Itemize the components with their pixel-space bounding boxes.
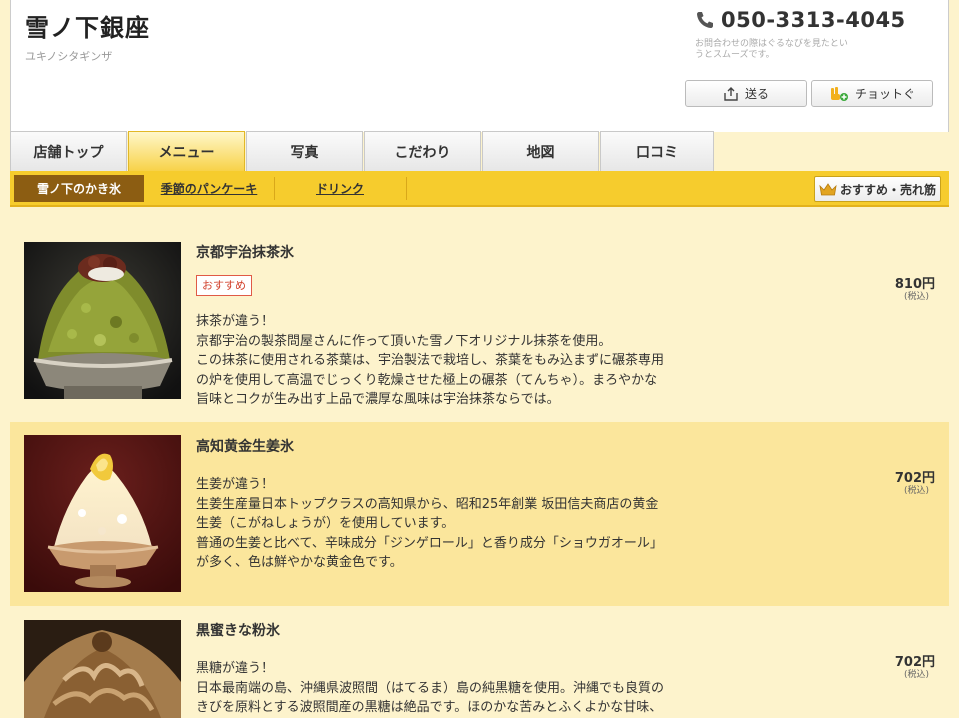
chotto-label: チョットぐ <box>854 87 915 101</box>
description-line: 日本最南端の島、沖縄県波照間（はてるま）島の純黒糖を使用。沖縄でも良質の <box>196 680 665 696</box>
subnav-item-drink[interactable]: ドリンク <box>275 175 405 202</box>
description-line: 生姜（こがねしょうが）を使用しています。 <box>196 516 455 531</box>
chotto-button[interactable]: チョットぐ <box>811 80 933 107</box>
subnav-divider <box>406 177 407 200</box>
description-line: きびを原料とする波照間産の黒糖は絶品です。ほのかな苦みとふくよかな甘味、 <box>196 700 663 715</box>
menu-item-description: 生姜が違う！ 生姜生産量日本トップクラスの高知県から、昭和25年創業 坂田信夫商… <box>196 475 704 573</box>
tax-note: (税込) <box>903 486 929 496</box>
matcha-shaved-ice-photo[interactable] <box>24 242 181 399</box>
bookmark-hand-icon <box>829 86 849 102</box>
shop-header: 雪ノ下銀座 ユキノシタギンザ 050-3313-4045 お問合わせの際はぐるな… <box>10 0 949 132</box>
description-line: 黒糖が違う！ <box>196 661 275 676</box>
send-button[interactable]: 送る <box>685 80 807 107</box>
recommend-label: おすすめ・売れ筋 <box>839 182 936 197</box>
menu-item: 京都宇治抹茶氷 おすすめ 抹茶が違う！ 京都宇治の製茶問屋さんに作って頂いた雪ノ… <box>10 228 949 422</box>
description-line: の炉を使用して高温でじっくり乾燥させた極上の碾茶（てんちゃ）。まろやかな <box>196 372 658 388</box>
send-label: 送る <box>744 87 769 101</box>
description-line: 普通の生姜と比べて、辛味成分「ジンゲロール」と香り成分「ショウガオール」 <box>196 535 663 551</box>
menu-item: 黒蜜きな粉氷 黒糖が違う！ 日本最南端の島、沖縄県波照間（はてるま）島の純黒糖を… <box>10 606 949 718</box>
shop-kana: ユキノシタギンザ <box>25 50 113 63</box>
tax-note: (税込) <box>903 670 929 680</box>
tab-reviews[interactable]: 口コミ <box>600 131 714 172</box>
description-line: この抹茶に使用される茶葉は、宇治製法で栽培し、茶葉をもみ込まずに碾茶専用 <box>196 353 665 368</box>
tab-menu[interactable]: メニュー <box>128 131 245 172</box>
menu-item-name: 黒蜜きな粉氷 <box>196 623 280 639</box>
description-line: 生姜生産量日本トップクラスの高知県から、昭和25年創業 坂田信夫商店の黄金 <box>196 496 659 512</box>
kuromitsu-kinako-shaved-ice-photo[interactable] <box>24 620 181 718</box>
description-line: 京都宇治の製茶問屋さんに作って頂いた雪ノ下オリジナル抹茶を使用。 <box>196 333 612 349</box>
tax-note: (税込) <box>903 292 929 302</box>
menu-item-description: 黒糖が違う！ 日本最南端の島、沖縄県波照間（はてるま）島の純黒糖を使用。沖縄でも… <box>196 659 704 718</box>
menu-item-description: 抹茶が違う！ 京都宇治の製茶問屋さんに作って頂いた雪ノ下オリジナル抹茶を使用。 … <box>196 312 704 410</box>
recommend-button[interactable]: おすすめ・売れ筋 <box>814 176 941 202</box>
shop-name: 雪ノ下銀座 <box>25 14 150 42</box>
description-line: 抹茶が違う！ <box>196 314 275 329</box>
menu-item-name: 京都宇治抹茶氷 <box>196 245 294 261</box>
phone-number[interactable]: 050-3313-4045 <box>721 8 906 32</box>
phone-block[interactable]: 050-3313-4045 <box>695 8 906 32</box>
recommend-badge: おすすめ <box>196 275 252 296</box>
tab-map[interactable]: 地図 <box>482 131 599 172</box>
description-line: 生姜が違う！ <box>196 477 275 492</box>
menu-subnav: 雪ノ下のかき氷 季節のパンケーキ ドリンク おすすめ・売れ筋 <box>10 171 949 207</box>
description-line: 旨味とコクが生み出す上品で濃厚な風味は宇治抹茶ならでは。 <box>196 392 560 407</box>
main-tabs: 店舗トップ メニュー 写真 こだわり 地図 口コミ <box>10 131 715 172</box>
tab-shop-top[interactable]: 店舗トップ <box>10 131 127 172</box>
description-line: が多く、色は鮮やかな黄金色です。 <box>196 555 403 570</box>
menu-item-name: 高知黄金生姜氷 <box>196 439 294 455</box>
subnav-item-pancake[interactable]: 季節のパンケーキ <box>144 175 274 202</box>
menu-item: 高知黄金生姜氷 生姜が違う！ 生姜生産量日本トップクラスの高知県から、昭和25年… <box>10 422 949 606</box>
tab-kodawari[interactable]: こだわり <box>364 131 481 172</box>
tab-photos[interactable]: 写真 <box>246 131 363 172</box>
phone-note: お問合わせの際はぐるなびを見たというとスムーズです。 <box>695 39 848 60</box>
phone-icon <box>695 10 715 30</box>
share-icon <box>723 86 739 101</box>
crown-icon <box>819 182 837 195</box>
ginger-shaved-ice-photo[interactable] <box>24 435 181 592</box>
subnav-item-kakigori[interactable]: 雪ノ下のかき氷 <box>14 175 144 202</box>
